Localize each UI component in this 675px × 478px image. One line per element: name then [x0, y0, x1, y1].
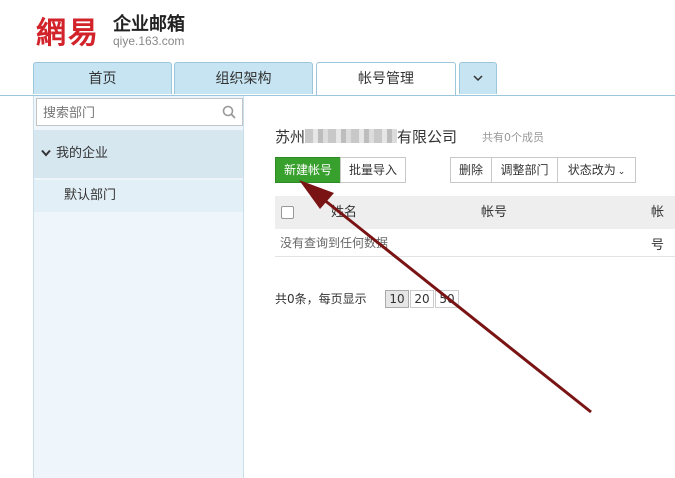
change-status-label: 状态改为: [567, 163, 616, 177]
new-account-button[interactable]: 新建帐号: [275, 157, 341, 183]
department-search[interactable]: [36, 98, 243, 126]
select-all-checkbox[interactable]: [281, 206, 294, 219]
page-size-option-20[interactable]: 20: [410, 290, 434, 308]
netease-logo[interactable]: 網易: [36, 8, 100, 52]
sidebar: 我的企业 默认部门: [33, 96, 244, 478]
tab-bar: 首页 组织架构 帐号管理: [0, 62, 675, 96]
chevron-down-icon: [473, 75, 483, 82]
header: 網易 企业邮箱 qiye.163.com: [0, 0, 675, 62]
delete-button[interactable]: 删除: [450, 157, 492, 183]
tree-node-default-department[interactable]: 默认部门: [34, 180, 243, 212]
tab-more[interactable]: [459, 62, 497, 94]
tab-organization[interactable]: 组织架构: [174, 62, 313, 94]
tree-node-label: 我的企业: [56, 146, 109, 161]
pagination-summary: 共0条，每页显示: [275, 292, 367, 306]
page-size-option-10[interactable]: 10: [385, 290, 409, 308]
company-name-prefix: 苏州: [275, 128, 306, 146]
column-header-name[interactable]: 姓名: [331, 196, 357, 229]
tree-node-my-enterprise[interactable]: 我的企业: [34, 130, 243, 178]
tab-account-management[interactable]: 帐号管理: [316, 62, 456, 96]
empty-message: 没有查询到任何数据: [280, 236, 389, 250]
empty-table-row: 没有查询到任何数据: [275, 230, 675, 257]
chevron-down-icon: ⌄: [617, 167, 626, 177]
company-name-suffix: 有限公司: [397, 128, 458, 146]
search-icon[interactable]: [222, 105, 236, 119]
batch-import-button[interactable]: 批量导入: [340, 157, 406, 183]
chevron-down-icon[interactable]: [41, 148, 51, 158]
table-header: 姓名 帐号 帐号: [275, 196, 675, 253]
main-content: 苏州 有限公司 共有0个成员 新建帐号 批量导入 删除 调整部门 状态改为 ⌄ 姓名…: [245, 96, 675, 478]
redacted-company-name: [305, 129, 398, 143]
column-header-account[interactable]: 帐号: [481, 196, 507, 229]
page-size-option-50[interactable]: 50: [435, 290, 459, 308]
adjust-department-button[interactable]: 调整部门: [491, 157, 558, 183]
member-count: 共有0个成员: [482, 131, 544, 144]
tab-home[interactable]: 首页: [33, 62, 172, 94]
department-search-input[interactable]: [41, 102, 215, 124]
change-status-button[interactable]: 状态改为 ⌄: [557, 157, 636, 183]
company-name: 苏州 有限公司: [275, 126, 457, 146]
product-domain: qiye.163.com: [113, 34, 185, 48]
tree-node-label: 默认部门: [64, 188, 117, 203]
product-title: 企业邮箱: [113, 14, 185, 35]
